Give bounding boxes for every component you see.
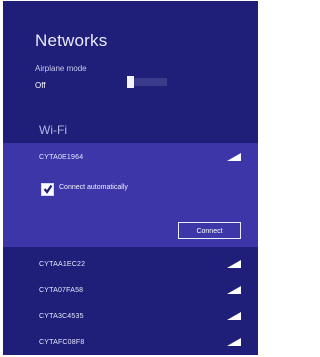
network-item[interactable]: CYTA3C4535	[3, 303, 258, 329]
airplane-mode-state: Off	[35, 81, 46, 90]
wifi-signal-icon	[227, 260, 241, 268]
networks-panel: Networks Airplane mode Off Wi-Fi CYTA0E1…	[3, 1, 258, 355]
toggle-thumb	[127, 76, 134, 88]
network-item[interactable]: CYTAA1EC22	[3, 251, 258, 277]
airplane-mode-label: Airplane mode	[35, 64, 87, 73]
connect-button[interactable]: Connect	[178, 222, 241, 239]
connect-automatically-checkbox[interactable]	[41, 183, 54, 196]
panel-title: Networks	[35, 31, 108, 50]
network-item[interactable]: CYTA07FA58	[3, 277, 258, 303]
wifi-signal-icon	[227, 338, 241, 346]
network-name: CYTA0E1964	[39, 154, 84, 161]
wifi-signal-icon	[227, 153, 241, 161]
network-item[interactable]: CYTAFC08F8	[3, 329, 258, 355]
network-name: CYTAA1EC22	[39, 261, 86, 268]
network-name: CYTA07FA58	[39, 287, 84, 294]
airplane-mode-toggle[interactable]	[127, 76, 167, 88]
checkmark-icon	[43, 184, 53, 194]
wifi-signal-icon	[227, 312, 241, 320]
connect-automatically-label: Connect automatically	[59, 184, 128, 191]
network-name: CYTA3C4535	[39, 313, 84, 320]
toggle-track	[133, 78, 167, 86]
wifi-signal-icon	[227, 286, 241, 294]
wifi-section-title: Wi-Fi	[39, 123, 67, 137]
network-name: CYTAFC08F8	[39, 339, 85, 346]
network-item-selected[interactable]: CYTA0E1964	[3, 143, 258, 169]
